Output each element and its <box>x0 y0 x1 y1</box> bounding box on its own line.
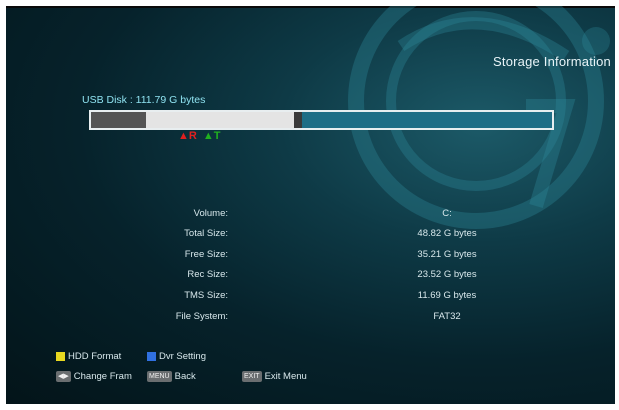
info-row-free-size: Free Size: 35.21 G bytes <box>6 249 615 267</box>
info-label: File System: <box>175 311 228 322</box>
change-frame-button[interactable]: ◀ ▶ Change Fram <box>56 371 132 382</box>
info-label: TMS Size: <box>184 290 228 301</box>
info-value: 23.52 G bytes <box>417 269 477 280</box>
tms-marker: ▲T <box>202 130 221 142</box>
info-value: C: <box>442 208 452 219</box>
dvr-setting-label: Dvr Setting <box>159 351 206 362</box>
info-row-file-system: File System: FAT32 <box>6 311 615 329</box>
rec-marker: ▲R <box>178 130 197 142</box>
exit-menu-label: Exit Menu <box>264 371 307 382</box>
info-label: Rec Size: <box>187 269 228 280</box>
tms-usage-segment <box>146 112 294 128</box>
info-value: 35.21 G bytes <box>417 249 477 260</box>
info-value: 48.82 G bytes <box>417 228 477 239</box>
menu-key-icon: MENU <box>147 371 172 382</box>
info-row-volume: Volume: C: <box>6 208 615 226</box>
back-button[interactable]: MENU Back <box>147 371 196 382</box>
page-title: Storage Information <box>493 54 611 69</box>
exit-key-icon: EXIT <box>242 371 262 382</box>
tv-screen: Storage Information USB Disk : 111.79 G … <box>6 6 615 404</box>
info-row-total-size: Total Size: 48.82 G bytes <box>6 228 615 246</box>
usb-disk-label: USB Disk : 111.79 G bytes <box>82 94 206 106</box>
info-row-tms-size: TMS Size: 11.69 G bytes <box>6 290 615 308</box>
hdd-format-button[interactable]: HDD Format <box>56 351 121 362</box>
storage-usage-bar <box>89 110 554 130</box>
info-label: Free Size: <box>184 249 228 260</box>
info-row-rec-size: Rec Size: 23.52 G bytes <box>6 269 615 287</box>
left-right-arrows-icon: ◀ ▶ <box>56 371 71 382</box>
back-label: Back <box>174 371 196 382</box>
segment-divider <box>294 112 302 128</box>
info-value: FAT32 <box>433 311 461 322</box>
blue-key-icon <box>147 352 156 361</box>
hdd-format-label: HDD Format <box>68 351 122 362</box>
yellow-key-icon <box>56 352 65 361</box>
dvr-setting-button[interactable]: Dvr Setting <box>147 351 206 362</box>
info-label: Total Size: <box>184 228 228 239</box>
info-label: Volume: <box>193 208 228 219</box>
exit-menu-button[interactable]: EXIT Exit Menu <box>242 371 307 382</box>
rec-usage-segment <box>91 112 146 128</box>
change-frame-label: Change Fram <box>73 371 132 382</box>
info-value: 11.69 G bytes <box>417 290 477 301</box>
bar-markers: ▲R ▲T <box>178 130 220 142</box>
